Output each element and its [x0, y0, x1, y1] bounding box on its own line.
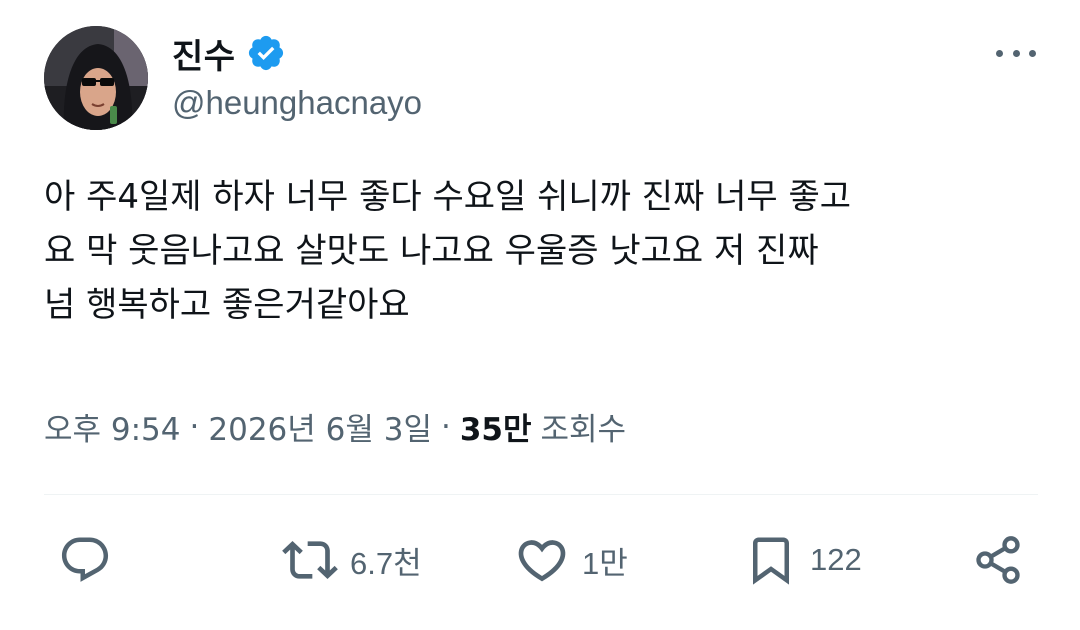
verified-badge-icon [246, 33, 286, 73]
display-name[interactable]: 진수 [172, 29, 236, 78]
reply-icon [61, 537, 109, 582]
views-label: 조회수 [540, 412, 627, 448]
more-dot-icon [996, 49, 1003, 57]
reply-button[interactable] [58, 525, 124, 595]
avatar-image [44, 26, 148, 130]
share-icon [976, 536, 1020, 584]
retweet-button[interactable]: 6.7천 [282, 525, 422, 595]
retweet-icon [282, 541, 338, 579]
action-bar: 6.7천 1만 122 [0, 525, 1080, 595]
divider [44, 494, 1038, 495]
bookmark-icon [753, 537, 789, 585]
share-button[interactable] [972, 525, 1036, 595]
like-count: 1만 [582, 545, 628, 581]
meta-separator: · [189, 408, 200, 445]
user-handle[interactable]: @heunghacnayo [172, 84, 422, 122]
bookmark-count: 122 [810, 542, 862, 577]
avatar[interactable] [44, 26, 148, 130]
retweet-count: 6.7천 [350, 545, 422, 581]
bookmark-button[interactable]: 122 [744, 525, 862, 595]
tweet-card: 진수 @heunghacnayo 아 주4일제 하자 너무 좋다 수요일 쉬니까… [0, 0, 1080, 630]
name-row: 진수 [172, 29, 422, 78]
tweet-text: 아 주4일제 하자 너무 좋다 수요일 쉬니까 진짜 너무 좋고 요 막 웃음나… [44, 177, 852, 325]
like-button[interactable]: 1만 [514, 525, 628, 595]
more-dot-icon [1029, 49, 1036, 57]
author-info: 진수 @heunghacnayo [172, 30, 422, 122]
more-options-button[interactable] [996, 38, 1036, 68]
more-dot-icon [1012, 49, 1020, 57]
tweet-meta: 오후 9:54 · 2026년 6월 3일 · 35만 조회수 [44, 404, 626, 449]
views-count: 35만 [459, 412, 532, 448]
meta-separator: · [440, 408, 451, 445]
heart-icon [518, 540, 566, 582]
tweet-date[interactable]: 2026년 6월 3일 [208, 404, 432, 449]
tweet-time[interactable]: 오후 9:54 [44, 404, 181, 449]
